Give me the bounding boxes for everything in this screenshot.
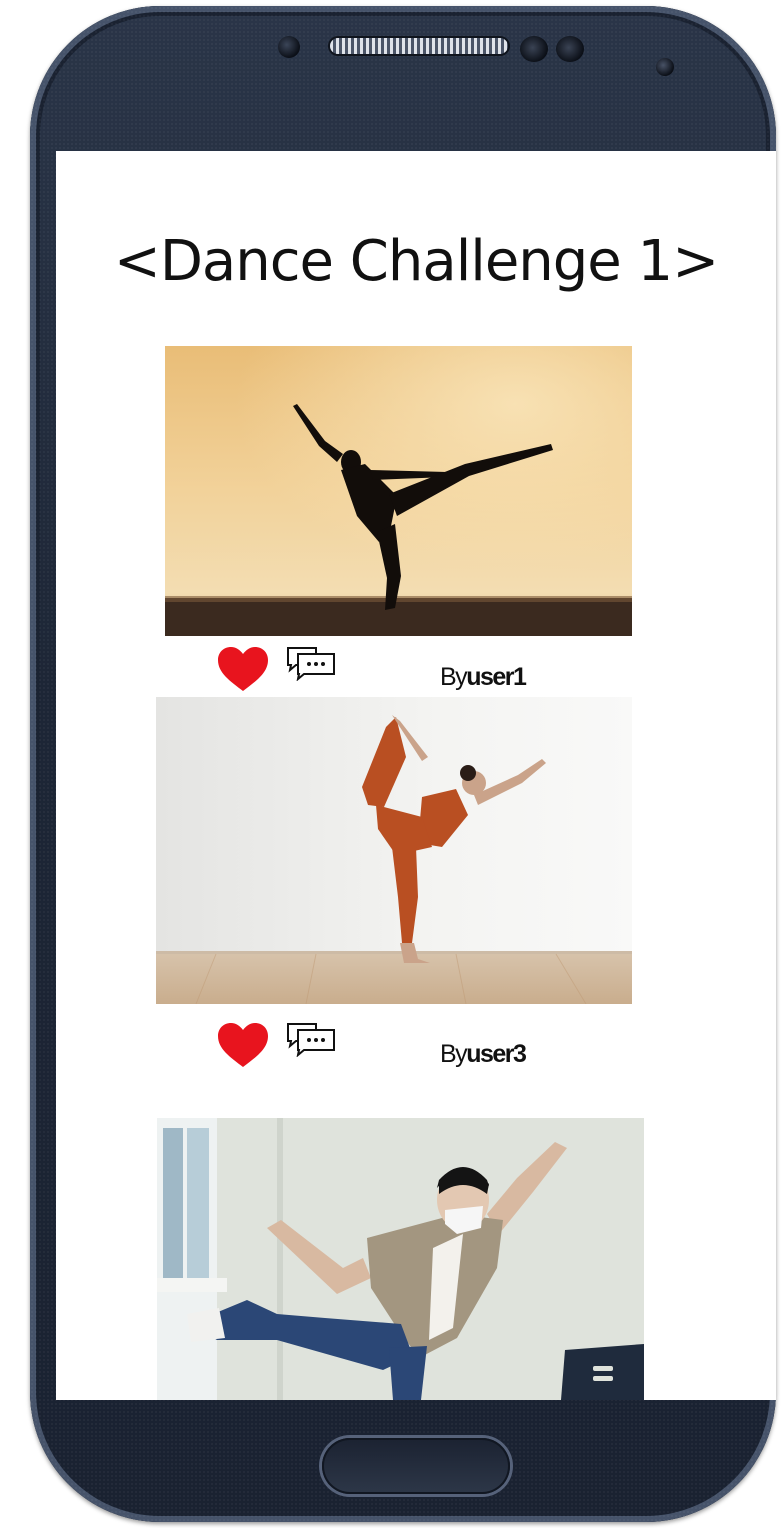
post-image-3[interactable] [157,1118,644,1400]
post-author-2[interactable]: Byuser3 [440,1040,527,1069]
proximity-sensor-icon [520,36,548,62]
by-label: By [440,1040,468,1068]
dancer-silhouette-photo [165,346,632,636]
by-label: By [440,663,468,691]
light-sensor-icon [556,36,584,62]
page-title: <Dance Challenge 1> [113,229,719,294]
dancer-studio-photo [156,697,632,1004]
front-camera-icon [278,36,300,58]
comment-icon[interactable] [284,1021,338,1057]
author-username[interactable]: user1 [466,663,527,691]
post-author-1[interactable]: Byuser1 [440,663,527,692]
home-button[interactable] [322,1438,510,1494]
like-heart-icon[interactable] [216,645,270,693]
like-heart-icon[interactable] [216,1021,270,1069]
post-image-1[interactable] [165,346,632,636]
comment-icon[interactable] [284,645,338,681]
app-screen: <Dance Challenge 1> Byuser1 Byuser3 [56,151,776,1400]
author-username[interactable]: user3 [466,1040,527,1068]
dancer-room-photo [157,1118,644,1400]
secondary-camera-icon [656,58,674,76]
post-image-2[interactable] [156,697,632,1004]
earpiece-speaker [330,38,508,54]
